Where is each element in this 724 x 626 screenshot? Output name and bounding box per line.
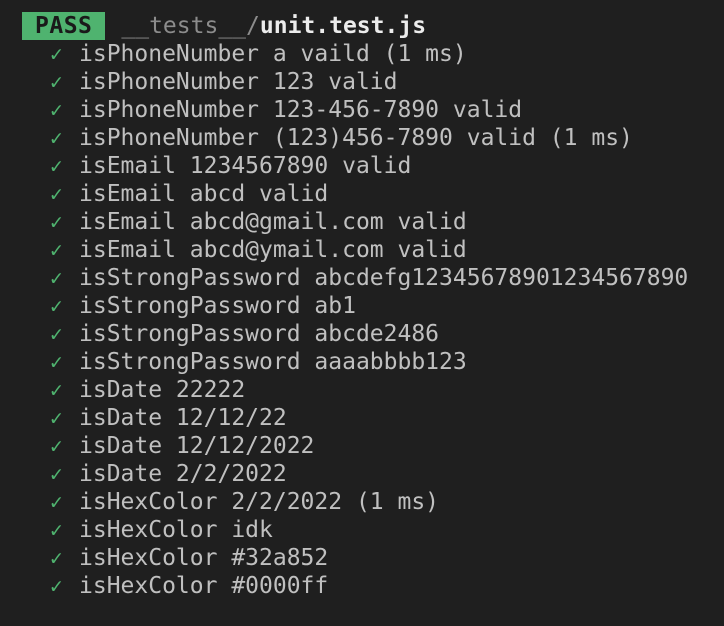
checkmark-icon: ✓	[50, 378, 63, 402]
test-name: isEmail abcd@ymail.com valid	[79, 237, 467, 263]
test-result-row: ✓ isEmail abcd@gmail.com valid	[50, 208, 688, 236]
checkmark-icon: ✓	[50, 266, 63, 290]
terminal-output: PASS __tests__/ unit.test.js ✓ isPhoneNum…	[0, 0, 724, 626]
test-name: isStrongPassword ab1	[79, 293, 356, 319]
checkmark-icon: ✓	[50, 350, 63, 374]
test-name: isHexColor 2/2/2022 (1 ms)	[79, 489, 440, 515]
checkmark-icon: ✓	[50, 126, 63, 150]
test-result-row: ✓ isEmail abcd@ymail.com valid	[50, 236, 688, 264]
test-name: isEmail 1234567890 valid	[79, 153, 412, 179]
test-name: isDate 22222	[79, 377, 246, 403]
test-name: isPhoneNumber a vaild (1 ms)	[79, 41, 467, 67]
test-name: isHexColor #0000ff	[79, 573, 329, 599]
checkmark-icon: ✓	[50, 518, 63, 542]
test-result-row: ✓ isStrongPassword abcdefg123456789012345…	[50, 264, 688, 292]
test-result-row: ✓ isEmail 1234567890 valid	[50, 152, 688, 180]
test-result-row: ✓ isPhoneNumber 123-456-7890 valid	[50, 96, 688, 124]
checkmark-icon: ✓	[50, 210, 63, 234]
checkmark-icon: ✓	[50, 182, 63, 206]
checkmark-icon: ✓	[50, 42, 63, 66]
test-result-row: ✓ isEmail abcd valid	[50, 180, 688, 208]
test-name: isStrongPassword abcde2486	[79, 321, 440, 347]
checkmark-icon: ✓	[50, 434, 63, 458]
test-result-row: ✓ isStrongPassword abcde2486	[50, 320, 688, 348]
checkmark-icon: ✓	[50, 406, 63, 430]
test-result-row: ✓ isDate 22222	[50, 376, 688, 404]
test-file-dir: __tests__/	[121, 13, 260, 39]
test-name: isStrongPassword abcdefg1234567890123456…	[79, 265, 689, 291]
test-name: isDate 12/12/22	[79, 405, 287, 431]
test-name: isPhoneNumber (123)456-7890 valid (1 ms)	[79, 125, 633, 151]
test-result-row: ✓ isPhoneNumber (123)456-7890 valid (1 ms…	[50, 124, 688, 152]
test-name: isHexColor #32a852	[79, 545, 329, 571]
pass-badge: PASS	[22, 12, 106, 40]
checkmark-icon: ✓	[50, 574, 63, 598]
test-result-row: ✓ isHexColor #32a852	[50, 544, 688, 572]
test-result-row: ✓ isHexColor 2/2/2022 (1 ms)	[50, 488, 688, 516]
checkmark-icon: ✓	[50, 294, 63, 318]
test-result-row: ✓ isPhoneNumber a vaild (1 ms)	[50, 40, 688, 68]
checkmark-icon: ✓	[50, 70, 63, 94]
checkmark-icon: ✓	[50, 322, 63, 346]
test-name: isDate 12/12/2022	[79, 433, 315, 459]
test-result-row: ✓ isHexColor #0000ff	[50, 572, 688, 600]
test-name: isPhoneNumber 123-456-7890 valid	[79, 97, 523, 123]
checkmark-icon: ✓	[50, 546, 63, 570]
test-result-row: ✓ isDate 12/12/2022	[50, 432, 688, 460]
test-file-header: PASS __tests__/ unit.test.js	[22, 12, 426, 40]
test-name: isStrongPassword aaaabbbb123	[79, 349, 467, 375]
test-result-row: ✓ isDate 12/12/22	[50, 404, 688, 432]
test-results-list: ✓ isPhoneNumber a vaild (1 ms) ✓ isPhoneNum…	[50, 40, 688, 600]
test-name: isDate 2/2/2022	[79, 461, 287, 487]
test-name: isEmail abcd@gmail.com valid	[79, 209, 467, 235]
test-name: isPhoneNumber 123 valid	[79, 69, 398, 95]
checkmark-icon: ✓	[50, 238, 63, 262]
test-result-row: ✓ isDate 2/2/2022	[50, 460, 688, 488]
test-name: isHexColor idk	[79, 517, 273, 543]
test-name: isEmail abcd valid	[79, 181, 329, 207]
checkmark-icon: ✓	[50, 462, 63, 486]
test-result-row: ✓ isStrongPassword aaaabbbb123	[50, 348, 688, 376]
test-result-row: ✓ isStrongPassword ab1	[50, 292, 688, 320]
checkmark-icon: ✓	[50, 98, 63, 122]
test-result-row: ✓ isHexColor idk	[50, 516, 688, 544]
test-result-row: ✓ isPhoneNumber 123 valid	[50, 68, 688, 96]
checkmark-icon: ✓	[50, 154, 63, 178]
test-file-name: unit.test.js	[259, 13, 427, 39]
checkmark-icon: ✓	[50, 490, 63, 514]
